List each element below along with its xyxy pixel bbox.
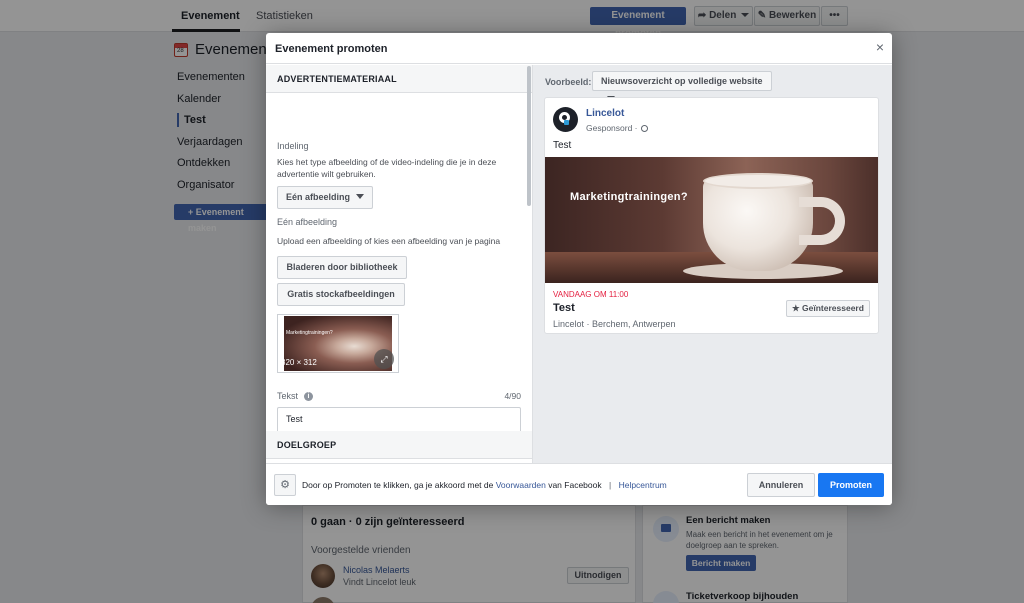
sponsored-label: Gesponsord ·: [586, 123, 648, 133]
help-center-link[interactable]: Helpcentrum: [619, 480, 667, 490]
post-text: Test: [553, 140, 572, 151]
logo-dot: [564, 120, 569, 125]
preview-label: Voorbeeld:: [545, 77, 592, 87]
text-field-label: Tekst i: [277, 391, 314, 401]
interested-button[interactable]: ★ Geïnteresseerd: [786, 300, 870, 317]
single-image-label: Eén afbeelding: [277, 217, 338, 227]
promote-button[interactable]: Promoten: [818, 473, 884, 497]
thumbnail-size: 820 × 312: [281, 358, 317, 367]
ad-preview-card: Lincelot Gesponsord · Test Marketingtrai…: [544, 97, 879, 334]
ad-settings-pane[interactable]: ADVERTENTIEMATERIAAL Indeling Kies het t…: [266, 65, 532, 463]
preview-pane: Voorbeeld: Nieuwsoverzicht op volledige …: [533, 65, 892, 463]
layout-description: Kies het type afbeelding of de video-ind…: [277, 157, 497, 179]
legal-text: Door op Promoten te klikken, ga je akkoo…: [302, 480, 667, 490]
cover-caption: Marketingtrainingen?: [570, 191, 688, 203]
dialog-title: Evenement promoten: [275, 43, 388, 55]
info-icon[interactable]: i: [304, 392, 314, 401]
globe-icon: [640, 125, 648, 132]
browse-library-button[interactable]: Bladeren door bibliotheek: [277, 256, 407, 279]
chevron-down-icon: [356, 194, 365, 199]
close-icon[interactable]: ×: [873, 40, 887, 54]
legal-suffix: van Facebook: [548, 480, 602, 490]
legal-separator: |: [608, 480, 612, 490]
text-char-counter: 4/90: [504, 391, 521, 401]
event-cover-image[interactable]: Marketingtrainingen?: [545, 157, 878, 283]
thumbnail-caption: Marketingtrainingen?: [286, 330, 333, 336]
section-ad-material: ADVERTENTIEMATERIAAL: [266, 65, 532, 93]
single-image-description: Upload een afbeelding of kies een afbeel…: [277, 236, 501, 246]
promote-event-dialog: Evenement promoten × ADVERTENTIEMATERIAA…: [266, 33, 892, 505]
text-label: Tekst: [277, 391, 299, 401]
cup-handle-shape: [799, 197, 845, 245]
section-audience-visible[interactable]: DOELGROEP: [266, 431, 532, 459]
cup-rim-shape: [703, 173, 813, 189]
legal-prefix: Door op Promoten te klikken, ga je akkoo…: [302, 480, 494, 490]
left-pane-scrollbar[interactable]: [527, 66, 531, 206]
image-thumbnail[interactable]: Marketingtrainingen? 820 × 312 ⤢: [277, 314, 399, 373]
gear-icon[interactable]: ⚙: [274, 474, 296, 496]
dialog-header: Evenement promoten ×: [266, 33, 892, 64]
free-stock-images-button[interactable]: Gratis stockafbeeldingen: [277, 283, 405, 306]
preview-placement-select[interactable]: Nieuwsoverzicht op volledige website: [592, 71, 772, 101]
event-title[interactable]: Test: [553, 302, 575, 314]
cancel-button[interactable]: Annuleren: [747, 473, 815, 497]
terms-link[interactable]: Voorwaarden: [496, 480, 546, 490]
cup-shape: [703, 179, 813, 271]
layout-label: Indeling: [277, 141, 309, 151]
sponsored-text: Gesponsord ·: [586, 123, 638, 133]
layout-select[interactable]: Eén afbeelding: [277, 186, 374, 209]
crop-icon[interactable]: ⤢: [374, 349, 394, 369]
page-name[interactable]: Lincelot: [586, 108, 624, 119]
page-logo-icon[interactable]: [553, 107, 578, 132]
preview-select-value: Nieuwsoverzicht op volledige website: [601, 76, 763, 86]
event-date: VANDAAG OM 11:00: [553, 290, 629, 299]
layout-select-value: Eén afbeelding: [286, 192, 351, 202]
dialog-footer: ⚙ Door op Promoten te klikken, ga je akk…: [266, 463, 892, 505]
event-location: Lincelot · Berchem, Antwerpen: [553, 319, 676, 329]
